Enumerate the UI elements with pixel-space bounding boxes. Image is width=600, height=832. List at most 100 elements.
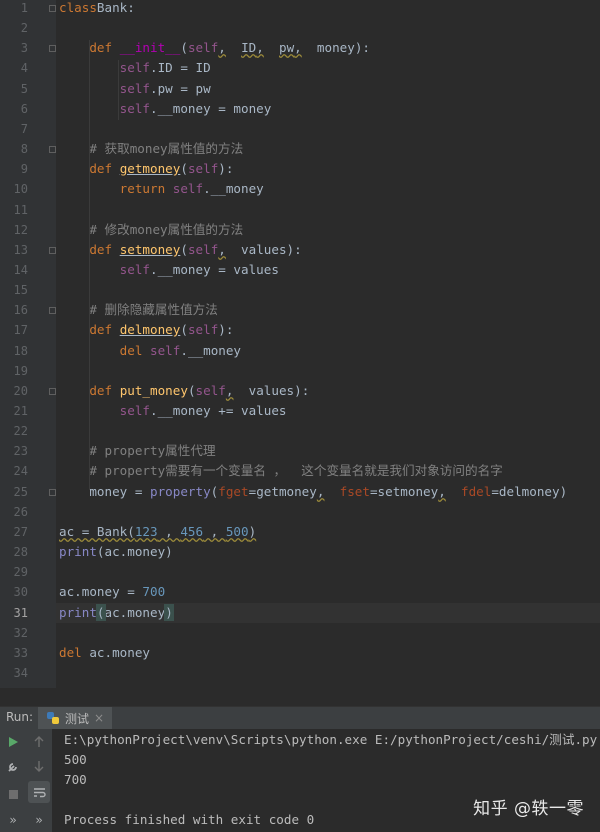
code-token: __init__ xyxy=(119,40,181,55)
code-line[interactable]: def put_money(self, values): xyxy=(59,381,309,401)
line-number: 28 xyxy=(13,545,28,559)
line-number: 9 xyxy=(20,162,28,176)
more-tools-icon[interactable]: » xyxy=(30,811,48,829)
code-line[interactable]: ac = Bank(123 , 456 , 500) xyxy=(59,522,256,542)
code-token: (ac.money) xyxy=(96,544,173,559)
code-token: , xyxy=(203,524,226,539)
code-line[interactable]: # 获取money属性值的方法 xyxy=(59,139,243,159)
code-line[interactable]: def delmoney(self): xyxy=(59,320,233,340)
code-line[interactable]: def __init__(self, ID, pw, money): xyxy=(59,38,370,58)
line-number: 8 xyxy=(20,142,28,156)
console-line: Process finished with exit code 0 xyxy=(64,812,315,827)
line-number: 34 xyxy=(13,666,28,680)
arrow-down-icon xyxy=(34,761,44,772)
fold-marker-icon[interactable] xyxy=(49,489,56,496)
line-number: 24 xyxy=(13,464,28,478)
scroll-down-button[interactable] xyxy=(30,757,48,775)
code-token: delmoney xyxy=(119,322,181,337)
code-token: # property需要有一个变量名 ， 这个变量名就是我们对象访问的名字 xyxy=(89,463,503,478)
code-token: ac.money = xyxy=(59,584,143,599)
fold-marker-icon[interactable] xyxy=(49,146,56,153)
arrow-up-icon xyxy=(34,736,44,747)
code-token: =delmoney) xyxy=(491,484,568,499)
code-token: 123 xyxy=(134,524,158,539)
line-number: 16 xyxy=(13,303,28,317)
code-token: def xyxy=(89,161,120,176)
code-token: del xyxy=(59,645,90,660)
code-line[interactable]: print(ac.money) xyxy=(59,542,173,562)
code-line[interactable]: self.__money = values xyxy=(59,260,279,280)
line-number: 33 xyxy=(13,646,28,660)
code-line[interactable]: self.pw = pw xyxy=(59,79,211,99)
code-token: , xyxy=(218,242,226,257)
fold-marker-icon[interactable] xyxy=(49,307,56,314)
line-number: 27 xyxy=(13,525,28,539)
line-number: 2 xyxy=(20,21,28,35)
code-line[interactable]: # 修改money属性值的方法 xyxy=(59,220,243,240)
code-line[interactable]: del ac.money xyxy=(59,643,150,663)
code-line[interactable]: def setmoney(self, values): xyxy=(59,240,302,260)
soft-wrap-button[interactable] xyxy=(28,781,50,803)
code-token: fget xyxy=(218,484,249,499)
indent-guide xyxy=(118,60,119,120)
code-token: ) xyxy=(164,604,174,621)
code-token: self xyxy=(195,383,226,398)
more-actions-icon[interactable]: » xyxy=(4,811,22,829)
line-number: 17 xyxy=(13,323,28,337)
code-editor[interactable]: 1 2 3 4 5 6 7 8 9 10 11 12 13 14 15 16 17 18 19 20 21 22 23 24 2… xyxy=(0,0,600,688)
code-token: .__money xyxy=(180,343,242,358)
watermark: 知乎 @轶一零 xyxy=(473,799,584,819)
fold-marker-icon[interactable] xyxy=(49,247,56,254)
play-icon xyxy=(9,737,18,747)
wrench-icon xyxy=(7,762,17,772)
code-line[interactable]: def getmoney(self): xyxy=(59,159,233,179)
code-line[interactable]: print(ac.money) xyxy=(59,603,174,623)
line-number: 7 xyxy=(20,122,28,136)
soft-wrap-icon xyxy=(33,787,46,797)
code-token: getmoney xyxy=(119,161,181,176)
code-token: ): xyxy=(218,322,234,337)
line-number: 19 xyxy=(13,364,28,378)
code-token: fdel xyxy=(460,484,492,499)
code-line[interactable]: self.__money += values xyxy=(59,401,287,421)
code-token: self xyxy=(119,60,151,75)
fold-marker-icon[interactable] xyxy=(49,45,56,52)
run-tab-label: 测试 xyxy=(65,711,90,726)
code-line[interactable]: money = property(fget=getmoney, fset=set… xyxy=(59,482,567,502)
code-token: self xyxy=(119,81,151,96)
code-token: , xyxy=(218,40,226,55)
code-line[interactable]: classBank: xyxy=(59,0,135,18)
line-number: 3 xyxy=(20,41,28,55)
code-line[interactable]: # property属性代理 xyxy=(59,441,215,461)
code-token: self xyxy=(119,262,151,277)
line-number: 1 xyxy=(20,1,28,15)
code-line[interactable]: self.ID = ID xyxy=(59,58,211,78)
scroll-up-button[interactable] xyxy=(30,733,48,751)
code-line[interactable]: # property需要有一个变量名 ， 这个变量名就是我们对象访问的名字 xyxy=(59,461,503,481)
code-token: def xyxy=(89,242,120,257)
code-token: , xyxy=(294,40,302,55)
code-line[interactable]: # 删除隐藏属性值方法 xyxy=(59,300,218,320)
fold-marker-icon[interactable] xyxy=(49,5,56,12)
code-line[interactable]: ac.money = 700 xyxy=(59,582,165,602)
settings-button[interactable] xyxy=(4,757,22,775)
fold-marker-icon[interactable] xyxy=(49,388,56,395)
code-token: ( xyxy=(187,383,196,398)
stop-icon xyxy=(8,789,18,799)
close-tab-icon[interactable]: × xyxy=(94,711,104,725)
code-line[interactable]: self.__money = money xyxy=(59,99,272,119)
code-token: 700 xyxy=(142,584,166,599)
line-number: 31 xyxy=(13,606,28,620)
run-tab[interactable]: 测试 × xyxy=(38,707,113,729)
rerun-button[interactable] xyxy=(4,733,22,751)
code-token: print xyxy=(59,544,97,559)
code-line[interactable]: del self.__money xyxy=(59,341,241,361)
code-token: self xyxy=(187,242,219,257)
code-token: values): xyxy=(225,242,302,257)
stop-button[interactable] xyxy=(4,785,22,803)
